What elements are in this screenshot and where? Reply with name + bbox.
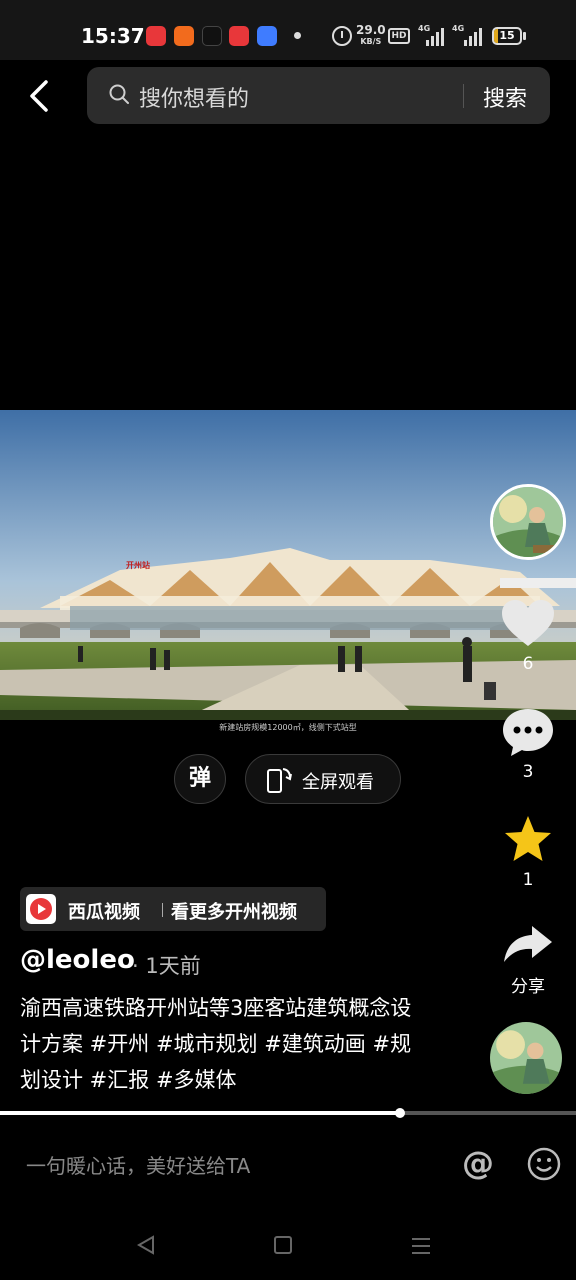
nav-back-icon[interactable] <box>136 1235 156 1255</box>
music-disc-icon <box>490 1022 562 1094</box>
search-icon <box>109 84 129 104</box>
video-description: 渝西高速铁路开州站等3座客站建筑概念设计方案 #开州 #城市规划 #建筑动画 #… <box>20 996 412 1092</box>
battery-level: 15 <box>499 29 515 42</box>
emoji-icon[interactable] <box>526 1146 562 1182</box>
battery-fill <box>494 29 498 43</box>
star-icon <box>505 816 551 861</box>
share-arrow-icon <box>504 926 552 962</box>
rotate-phone-icon <box>267 768 292 793</box>
search-box[interactable]: 搜你想看的 搜索 <box>87 67 550 124</box>
like-count: 6 <box>522 654 534 674</box>
signal-icon: 4G <box>418 24 444 46</box>
video-caption: 新建站房规模12000㎡，线侧下式站型 <box>219 723 357 732</box>
pinduoduo-icon <box>146 26 166 46</box>
comment-count: 3 <box>522 762 534 782</box>
source-badge[interactable]: 西瓜视频 看更多开州视频 <box>20 887 326 931</box>
avatar-image <box>493 487 563 557</box>
nav-home-icon[interactable] <box>274 1236 292 1254</box>
nav-menu-icon[interactable] <box>411 1236 431 1256</box>
chevron-left-icon <box>30 80 48 112</box>
fullscreen-label: 全屏观看 <box>302 772 374 793</box>
station-sign: 开州站 <box>126 560 150 570</box>
video-frame-image: 开州站 <box>0 410 576 720</box>
status-time: 15:37 <box>81 24 145 48</box>
network-type-1: 4G <box>418 24 431 33</box>
favorite-count: 1 <box>522 870 534 890</box>
qq-icon <box>257 26 277 46</box>
hd-icon: HD <box>388 28 410 44</box>
heart-icon <box>502 600 554 646</box>
back-button[interactable] <box>22 78 58 114</box>
net-speed-unit: KB/S <box>360 37 382 46</box>
battery-tip <box>523 32 526 40</box>
source-separator <box>162 903 163 917</box>
tiktok-icon <box>202 26 222 46</box>
search-input[interactable]: 搜你想看的 <box>139 81 249 113</box>
share-label: 分享 <box>511 977 545 997</box>
net-speed: 29.0 KB/S <box>356 24 386 48</box>
progress-bar[interactable] <box>0 1108 576 1118</box>
share-button[interactable]: 分享 <box>498 922 558 997</box>
status-bar: 15:37 29.0 KB/S HD 4G 4G 15 <box>0 0 576 60</box>
xigua-logo-icon <box>26 894 56 924</box>
search-button[interactable]: 搜索 <box>483 81 527 113</box>
danmaku-button[interactable]: 弹 <box>174 754 226 804</box>
net-speed-value: 29.0 <box>356 23 386 37</box>
alarm-icon <box>332 26 352 46</box>
like-button[interactable]: 6 <box>498 598 558 674</box>
comment-input[interactable]: 一句暖心话，美好送给TA <box>26 1150 250 1179</box>
search-divider <box>463 84 464 108</box>
source-more-link[interactable]: 看更多开州视频 <box>171 898 297 924</box>
author-avatar[interactable] <box>490 484 566 560</box>
notification-dot-icon <box>294 32 301 39</box>
video-player[interactable]: 开州站 <box>0 410 576 720</box>
progress-thumb[interactable] <box>395 1108 406 1118</box>
comment-button[interactable]: 3 <box>498 706 558 782</box>
progress-fill <box>0 1111 401 1115</box>
signal-icon-2: 4G <box>452 24 484 46</box>
fullscreen-button[interactable]: 全屏观看 <box>245 754 401 804</box>
author-name[interactable]: @leoleo <box>20 945 135 975</box>
source-name: 西瓜视频 <box>68 902 140 923</box>
fox-app-icon <box>174 26 194 46</box>
battery-icon: 15 <box>492 27 522 45</box>
favorite-button[interactable]: 1 <box>498 814 558 890</box>
post-time: · 1天前 <box>132 954 201 978</box>
music-disc-avatar[interactable] <box>490 1022 562 1094</box>
toutiao-icon <box>229 26 249 46</box>
comment-icon <box>503 709 553 756</box>
at-mention-icon[interactable]: @ <box>462 1144 494 1182</box>
network-type-2: 4G <box>452 24 465 33</box>
